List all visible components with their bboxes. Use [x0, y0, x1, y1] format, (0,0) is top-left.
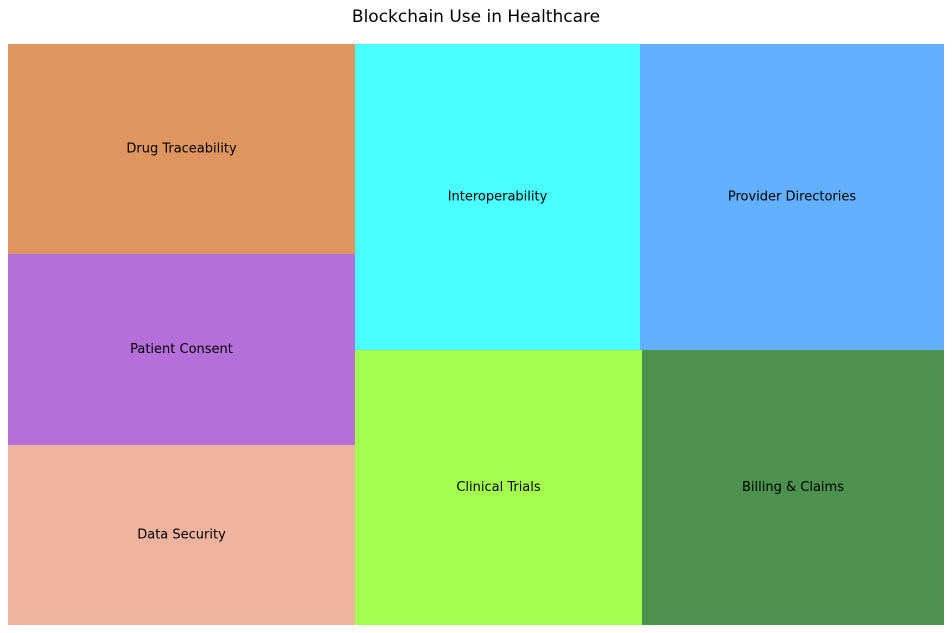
- tile-label-billing-claims: Billing & Claims: [742, 480, 844, 495]
- tile-label-data-security: Data Security: [137, 528, 226, 543]
- tile-label-clinical-trials: Clinical Trials: [456, 480, 541, 495]
- tile-label-interoperability: Interoperability: [448, 190, 548, 205]
- tile-label-patient-consent: Patient Consent: [130, 342, 233, 357]
- tile-label-drug-traceability: Drug Traceability: [126, 142, 237, 157]
- treemap-tiles: Drug Traceability Patient Consent Data Sec…: [8, 44, 944, 625]
- treemap-chart: Blockchain Use in Healthcare Drug Tracea…: [8, 7, 944, 625]
- tile-label-provider-directories: Provider Directories: [728, 190, 856, 205]
- chart-title: Blockchain Use in Healthcare: [352, 7, 600, 27]
